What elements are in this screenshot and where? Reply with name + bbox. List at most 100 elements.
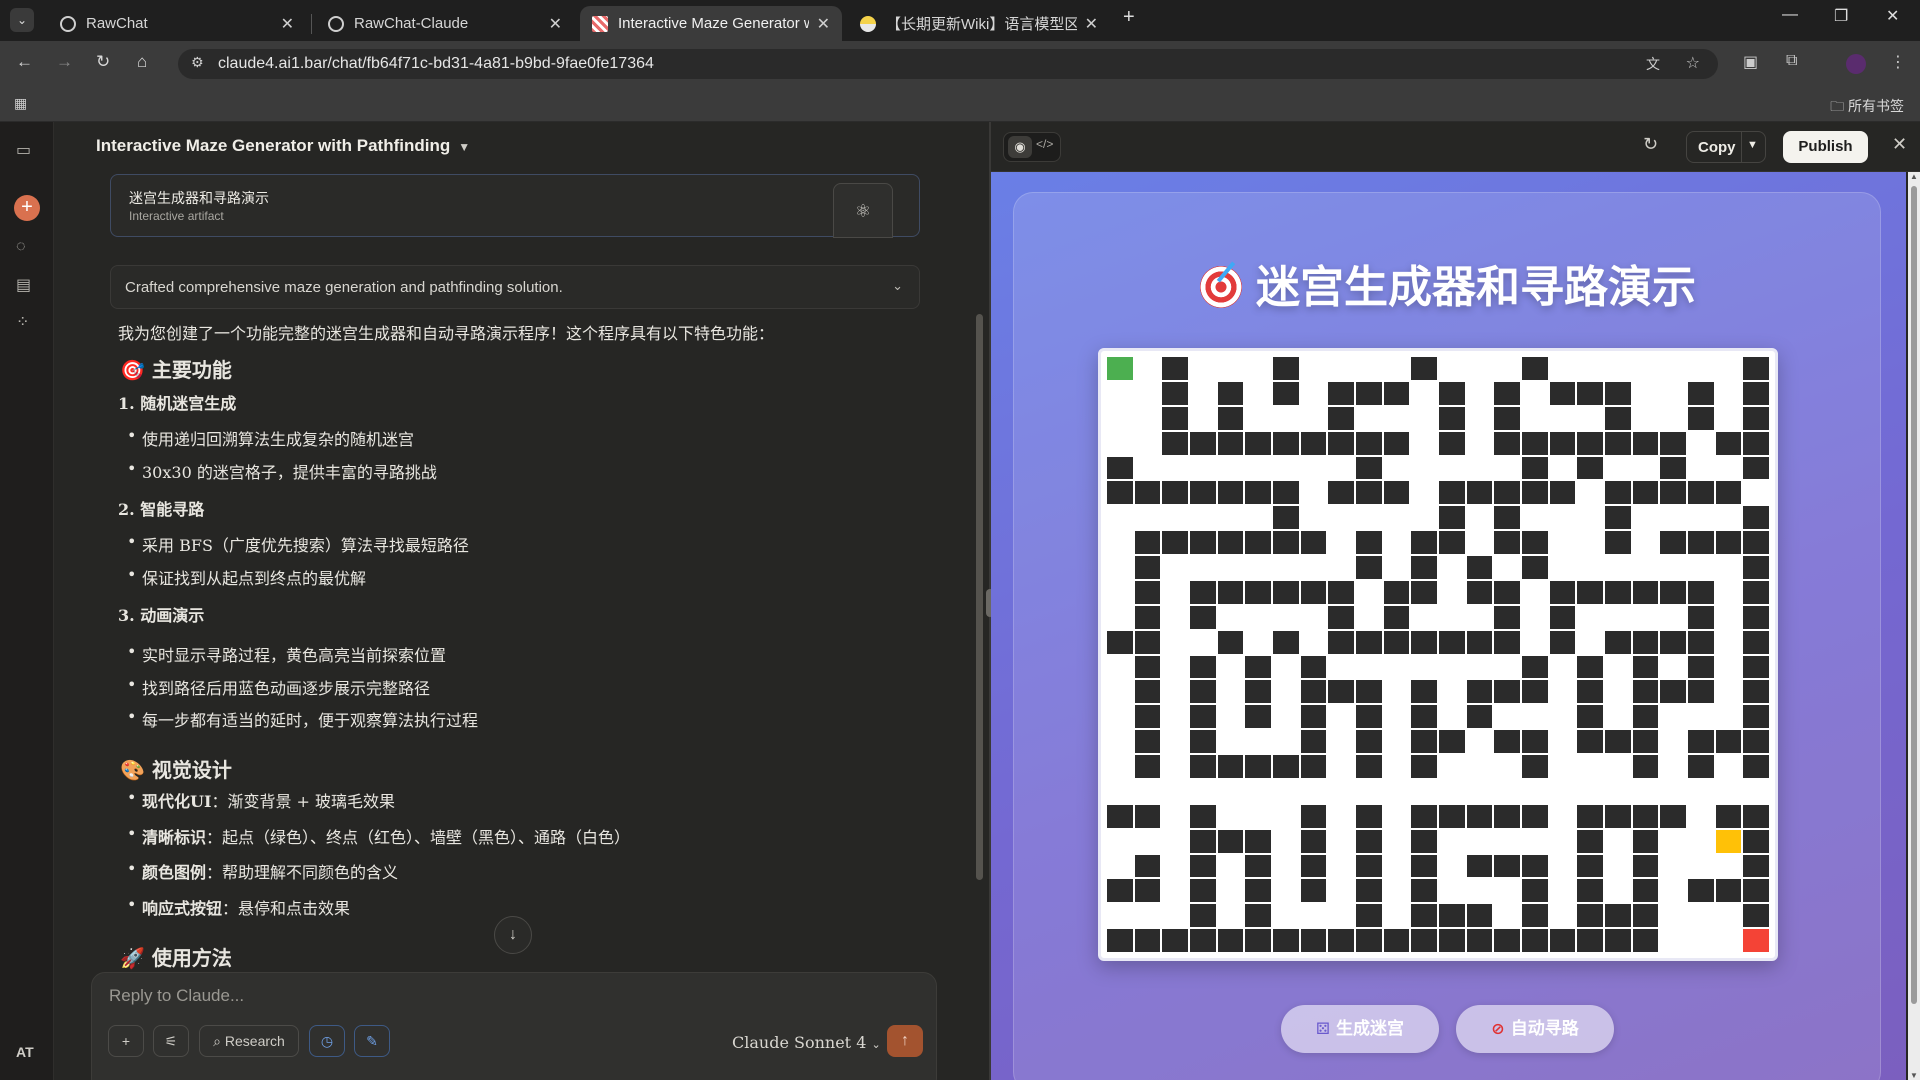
- maze-wall-cell: [1605, 431, 1631, 455]
- globe-icon: [60, 15, 76, 32]
- research-button[interactable]: ⌕ Research: [199, 1025, 299, 1057]
- target-icon: [1200, 266, 1242, 308]
- projects-icon[interactable]: ▤: [16, 275, 31, 295]
- address-bar[interactable]: ⚙ claude4.ai1.bar/chat/fb64f71c-bd31-4a8…: [178, 49, 1718, 79]
- tab-maze-generator[interactable]: Interactive Maze Generator w ✕: [580, 6, 842, 41]
- artifact-card[interactable]: 迷宫生成器和寻路演示 Interactive artifact ⚛: [110, 174, 920, 238]
- artifacts-icon[interactable]: ⁘: [16, 312, 29, 332]
- scroll-down-icon[interactable]: ▼: [1910, 1071, 1918, 1080]
- forward-icon[interactable]: →: [56, 52, 73, 72]
- tab-rawchat[interactable]: RawChat ✕: [48, 6, 306, 41]
- translate-icon[interactable]: 文: [1646, 54, 1660, 74]
- sidebar-toggle-icon[interactable]: ▭: [16, 140, 31, 160]
- maze-wall-cell: [1466, 854, 1493, 878]
- reload-icon[interactable]: ↻: [96, 52, 110, 72]
- copy-button[interactable]: Copy ▼: [1686, 131, 1766, 163]
- window-close-icon[interactable]: ✕: [1886, 6, 1899, 26]
- extensions-puzzle-icon[interactable]: ⧉: [1786, 52, 1797, 70]
- chevron-down-icon: ▼: [458, 140, 471, 154]
- close-icon[interactable]: ✕: [817, 14, 830, 34]
- chat-title[interactable]: Interactive Maze Generator with Pathfind…: [96, 136, 470, 156]
- profile-avatar[interactable]: [1846, 54, 1866, 74]
- code-icon[interactable]: </>: [1036, 137, 1053, 151]
- tab-rawchat-claude[interactable]: RawChat-Claude ✕: [316, 6, 574, 41]
- auto-solve-button[interactable]: ⊘ 自动寻路: [1456, 1005, 1614, 1053]
- site-info-icon[interactable]: ⚙: [191, 54, 204, 71]
- scroll-down-button[interactable]: ↓: [494, 916, 532, 954]
- maze-wall-cell: [1743, 531, 1769, 554]
- new-chat-button[interactable]: +: [14, 195, 40, 221]
- thinking-summary[interactable]: Crafted comprehensive maze generation an…: [110, 265, 920, 309]
- maze-wall-cell: [1660, 680, 1686, 704]
- maze-wall-cell: [1494, 605, 1520, 629]
- maze-grid[interactable]: [1098, 348, 1778, 961]
- eye-icon[interactable]: ◉: [1008, 136, 1032, 158]
- close-icon[interactable]: ✕: [549, 14, 562, 34]
- chats-icon[interactable]: ◌: [16, 238, 26, 256]
- generate-maze-button[interactable]: ⚄ 生成迷宫: [1281, 1005, 1439, 1053]
- maze-wall-cell: [1743, 381, 1769, 405]
- extension-icon[interactable]: ▣: [1743, 52, 1758, 72]
- send-button[interactable]: ↑: [887, 1025, 923, 1057]
- reply-input[interactable]: Reply to Claude...: [109, 986, 244, 1006]
- tab-wiki[interactable]: 【长期更新Wiki】语言模型区分 ✕: [848, 6, 1110, 41]
- tab-search-icon[interactable]: ⌄: [10, 8, 34, 32]
- close-icon[interactable]: ✕: [1892, 134, 1907, 155]
- maze-wall-cell: [1466, 929, 1493, 952]
- maze-wall-cell: [1577, 879, 1603, 903]
- menu-kebab-icon[interactable]: ⋮: [1890, 52, 1906, 72]
- maze-wall-cell: [1273, 630, 1299, 654]
- maze-wall-cell: [1632, 879, 1659, 903]
- prohibited-icon: ⊘: [1491, 1021, 1505, 1038]
- maze-wall-cell: [1577, 680, 1603, 704]
- maze-wall-cell: [1356, 431, 1382, 455]
- maze-wall-cell: [1134, 730, 1161, 753]
- maze-wall-cell: [1356, 481, 1382, 505]
- user-avatar[interactable]: AT: [16, 1044, 34, 1060]
- maze-wall-cell: [1411, 357, 1437, 380]
- maze-wall-cell: [1577, 705, 1603, 729]
- maze-wall-cell: [1162, 481, 1188, 505]
- minimize-icon[interactable]: —: [1782, 6, 1798, 24]
- add-attachment-button[interactable]: +: [108, 1025, 144, 1057]
- maze-wall-cell: [1632, 680, 1659, 704]
- maze-wall-cell: [1190, 481, 1216, 505]
- pen-toggle-button[interactable]: ✎: [354, 1025, 390, 1057]
- tools-button[interactable]: ⚟: [153, 1025, 189, 1057]
- maze-wall-cell: [1494, 481, 1520, 505]
- refresh-icon[interactable]: ↻: [1643, 134, 1658, 155]
- maze-wall-cell: [1743, 580, 1769, 604]
- maze-wall-cell: [1743, 655, 1769, 679]
- url-text[interactable]: claude4.ai1.bar/chat/fb64f71c-bd31-4a81-…: [218, 55, 654, 73]
- apps-grid-icon[interactable]: ▦: [14, 95, 27, 112]
- scroll-up-icon[interactable]: ▲: [1910, 172, 1918, 181]
- view-toggle[interactable]: ◉ </>: [1003, 132, 1061, 162]
- scrollbar-thumb[interactable]: [1911, 186, 1917, 1004]
- maze-wall-cell: [1300, 755, 1327, 778]
- maze-wall-cell: [1605, 506, 1631, 530]
- maze-wall-cell: [1273, 531, 1299, 554]
- maze-wall-cell: [1300, 705, 1327, 729]
- close-icon[interactable]: ✕: [281, 14, 294, 34]
- close-icon[interactable]: ✕: [1085, 14, 1098, 34]
- preview-scrollbar[interactable]: ▲ ▼: [1908, 172, 1920, 1080]
- maze-wall-cell: [1411, 929, 1437, 952]
- publish-button[interactable]: Publish: [1783, 131, 1868, 163]
- maze-wall-cell: [1107, 481, 1133, 505]
- maze-wall-cell: [1632, 829, 1659, 853]
- new-tab-icon[interactable]: +: [1123, 6, 1135, 29]
- restore-icon[interactable]: ❐: [1834, 6, 1848, 26]
- bookmark-star-icon[interactable]: ☆: [1686, 53, 1700, 73]
- chevron-down-icon[interactable]: ▼: [1747, 139, 1758, 151]
- back-icon[interactable]: ←: [16, 52, 33, 72]
- clock-toggle-button[interactable]: ◷: [309, 1025, 345, 1057]
- maze-wall-cell: [1466, 904, 1493, 928]
- home-icon[interactable]: ⌂: [137, 52, 147, 72]
- chevron-down-icon: ⌄: [892, 278, 903, 293]
- maze-wall-cell: [1107, 804, 1133, 828]
- model-selector[interactable]: Claude Sonnet 4 ⌄: [732, 1033, 881, 1052]
- all-bookmarks[interactable]: 🗀 所有书签: [1830, 96, 1904, 120]
- maze-wall-cell: [1217, 531, 1244, 554]
- maze-wall-cell: [1577, 804, 1603, 828]
- chat-scrollbar[interactable]: [976, 314, 983, 880]
